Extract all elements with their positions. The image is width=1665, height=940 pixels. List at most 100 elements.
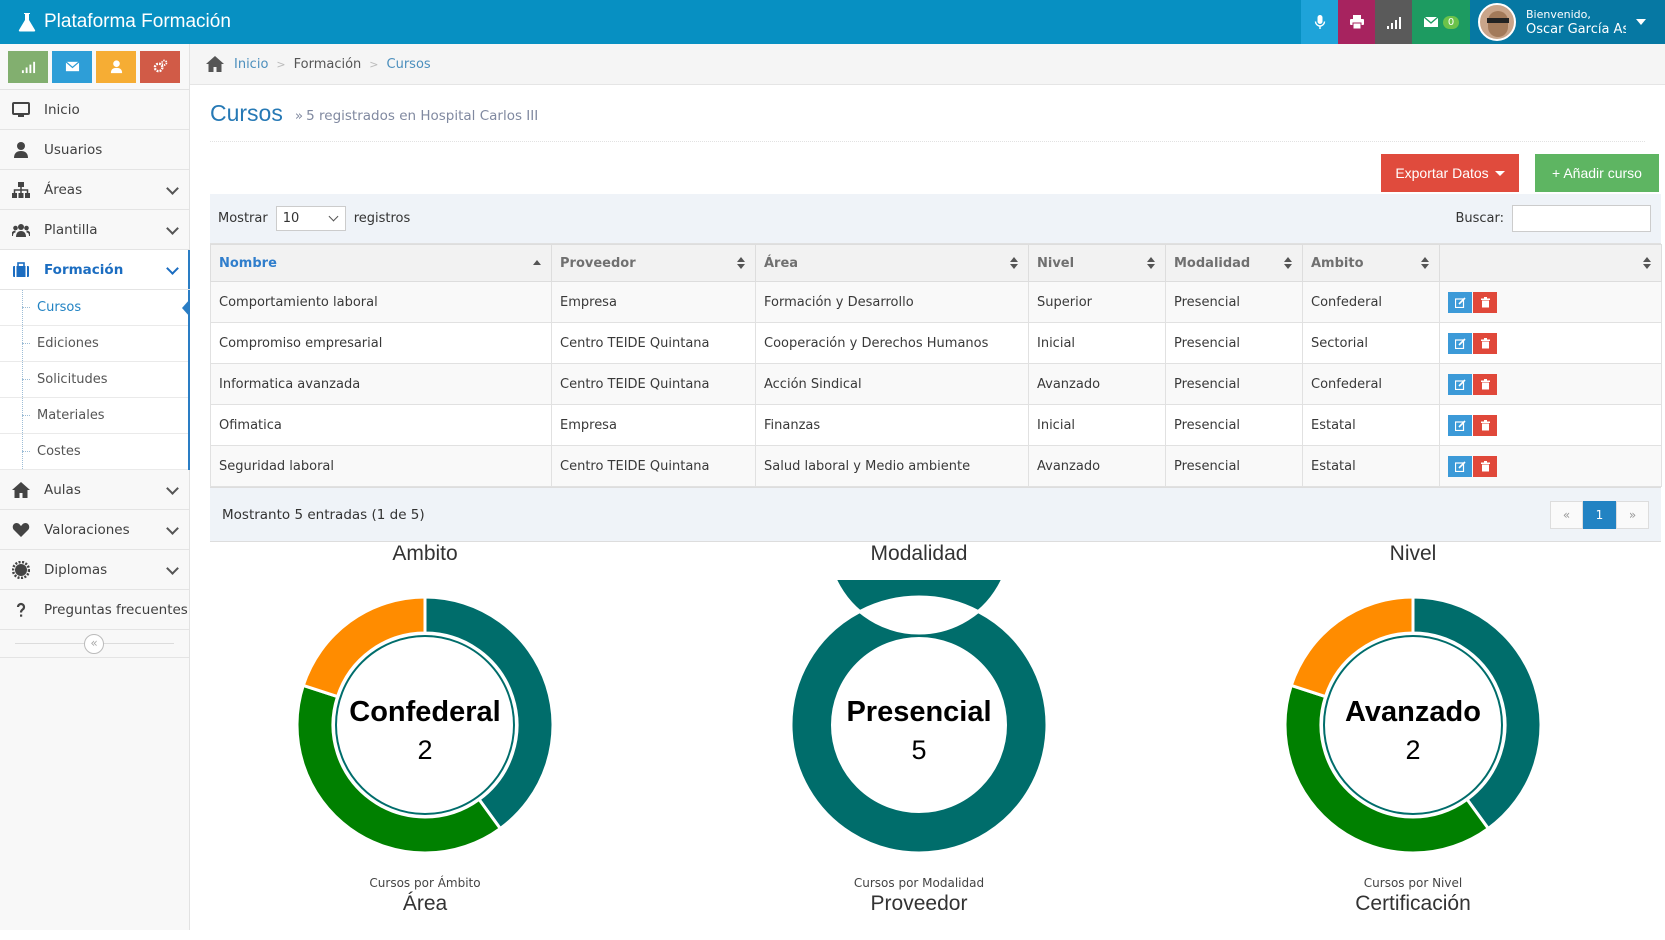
chevron-down-icon [166, 222, 179, 235]
sort-icon [1010, 257, 1018, 269]
donut-center-label: Avanzado [1345, 696, 1481, 728]
column-header-proveedor[interactable]: Proveedor [551, 244, 756, 282]
sidebar-item-label: Formación [44, 261, 124, 278]
export-data-button[interactable]: Exportar Datos [1381, 154, 1519, 192]
signal-button[interactable] [1375, 0, 1412, 44]
edit-button[interactable] [1448, 332, 1472, 354]
sidebar-item-plantilla[interactable]: Plantilla [0, 210, 189, 250]
edit-button[interactable] [1448, 291, 1472, 313]
page-subtitle: » 5 registrados en Hospital Carlos III [295, 108, 538, 124]
table-row: Comportamiento laboral Empresa Formación y… [210, 281, 1662, 323]
shortcut-stats-button[interactable] [8, 50, 48, 83]
top-navbar: Plataforma Formación 0 Bienvenido, Óscar… [0, 0, 1665, 44]
delete-button[interactable] [1473, 291, 1497, 313]
submenu-item-cursos[interactable]: Cursos [0, 290, 190, 326]
submenu-item-ediciones[interactable]: Ediciones [0, 326, 188, 362]
sidebar-item-valoraciones[interactable]: Valoraciones [0, 510, 189, 550]
pagination-page-1[interactable]: 1 [1583, 500, 1616, 529]
table-cell: Presencial [1165, 363, 1303, 405]
delete-button[interactable] [1473, 414, 1497, 436]
shortcut-mail-button[interactable] [52, 50, 92, 83]
charts-section: Ambito Confederal 2 Cursos por Ámbito Áre… [210, 540, 1661, 940]
user-menu[interactable]: Bienvenido, Óscar García Ase [1470, 0, 1665, 44]
column-header-area[interactable]: Área [755, 244, 1029, 282]
sort-icon [1421, 257, 1429, 269]
shortcut-user-button[interactable] [96, 50, 136, 83]
messages-button[interactable]: 0 [1412, 0, 1470, 44]
chevron-down-icon [166, 482, 179, 495]
search-input[interactable] [1512, 205, 1651, 232]
sidebar-item-label: Usuarios [44, 141, 103, 158]
main-content: Inicio > Formación > Cursos Cursos » 5 re… [190, 44, 1665, 930]
submenu-item-solicitudes[interactable]: Solicitudes [0, 362, 188, 398]
breadcrumb-home-link[interactable]: Inicio [234, 57, 268, 72]
column-header-modalidad[interactable]: Modalidad [1165, 244, 1303, 282]
table-cell: Presencial [1165, 404, 1303, 446]
mail-count-badge: 0 [1442, 15, 1460, 29]
sidebar-item-inicio[interactable]: Inicio [0, 90, 189, 130]
edit-button[interactable] [1448, 455, 1472, 477]
donut-center-label: Presencial [846, 696, 991, 728]
breadcrumb: Inicio > Formación > Cursos [190, 44, 1665, 85]
active-indicator [182, 299, 190, 317]
sidebar-item-preguntas[interactable]: Preguntas frecuentes [0, 590, 189, 630]
table-cell: Presencial [1165, 322, 1303, 364]
row-actions [1439, 322, 1662, 364]
breadcrumb-section: Formación [293, 56, 362, 72]
submenu-item-label: Materiales [37, 408, 105, 423]
sidebar-collapse-button[interactable]: « [84, 634, 104, 654]
add-course-button[interactable]: + Añadir curso [1535, 154, 1659, 192]
pagination-prev[interactable]: « [1550, 500, 1583, 529]
table-cell: Estatal [1302, 404, 1440, 446]
table-cell: Salud laboral y Medio ambiente [755, 445, 1029, 487]
sidebar-item-areas[interactable]: Áreas [0, 170, 189, 210]
sidebar: Inicio Usuarios Áreas Plantilla Formació… [0, 44, 190, 930]
edit-button[interactable] [1448, 414, 1472, 436]
page-subtitle-text: 5 registrados en Hospital Carlos III [306, 108, 539, 124]
table-cell: Acción Sindical [755, 363, 1029, 405]
page-title: Cursos [210, 99, 283, 126]
table-cell: Superior [1028, 281, 1166, 323]
breadcrumb-current-link[interactable]: Cursos [387, 57, 431, 72]
column-header-ambito[interactable]: Ambito [1302, 244, 1440, 282]
sidebar-item-formacion[interactable]: Formación [0, 250, 190, 290]
delete-button[interactable] [1473, 455, 1497, 477]
sidebar-item-diplomas[interactable]: Diplomas [0, 550, 189, 590]
column-header-label: Nombre [219, 255, 277, 271]
submenu-item-materiales[interactable]: Materiales [0, 398, 188, 434]
shortcut-settings-button[interactable] [140, 50, 180, 83]
table-cell: Centro TEIDE Quintana [551, 322, 756, 364]
double-chevron-icon: » [294, 108, 304, 124]
trash-icon [1480, 378, 1490, 389]
pagination-next[interactable]: » [1616, 500, 1649, 529]
search-label: Buscar: [1455, 211, 1504, 226]
table-cell: Presencial [1165, 445, 1303, 487]
microphone-button[interactable] [1301, 0, 1338, 44]
microphone-icon [1314, 15, 1325, 29]
column-header-label: Ambito [1311, 255, 1364, 271]
delete-button[interactable] [1473, 332, 1497, 354]
next-chart-title: Certificación [1355, 892, 1471, 915]
chart-caption: Cursos por Ámbito [369, 876, 481, 890]
add-button-label: + Añadir curso [1552, 165, 1642, 181]
edit-button[interactable] [1448, 373, 1472, 395]
submenu-item-costes[interactable]: Costes [0, 434, 188, 470]
donut-chart: Avanzado 2 [1283, 595, 1543, 855]
column-header-nombre[interactable]: Nombre [210, 244, 552, 282]
submenu-item-label: Ediciones [37, 336, 99, 351]
app-brand[interactable]: Plataforma Formación [18, 0, 231, 44]
column-header-actions[interactable] [1439, 244, 1662, 282]
print-button[interactable] [1338, 0, 1375, 44]
sidebar-item-usuarios[interactable]: Usuarios [0, 130, 189, 170]
welcome-text: Bienvenido, [1526, 8, 1591, 21]
chart-title: Ambito [392, 542, 458, 565]
delete-button[interactable] [1473, 373, 1497, 395]
page-size-select[interactable]: 10 [275, 206, 346, 231]
sidebar-item-aulas[interactable]: Aulas [0, 470, 189, 510]
table-row: Ofimatica Empresa Finanzas Inicial Presencia… [210, 404, 1662, 446]
column-header-nivel[interactable]: Nivel [1028, 244, 1166, 282]
table-cell: Informatica avanzada [210, 363, 552, 405]
table-cell: Finanzas [755, 404, 1029, 446]
donut-center-label: Confederal [349, 696, 500, 728]
sort-icon [1643, 257, 1651, 269]
